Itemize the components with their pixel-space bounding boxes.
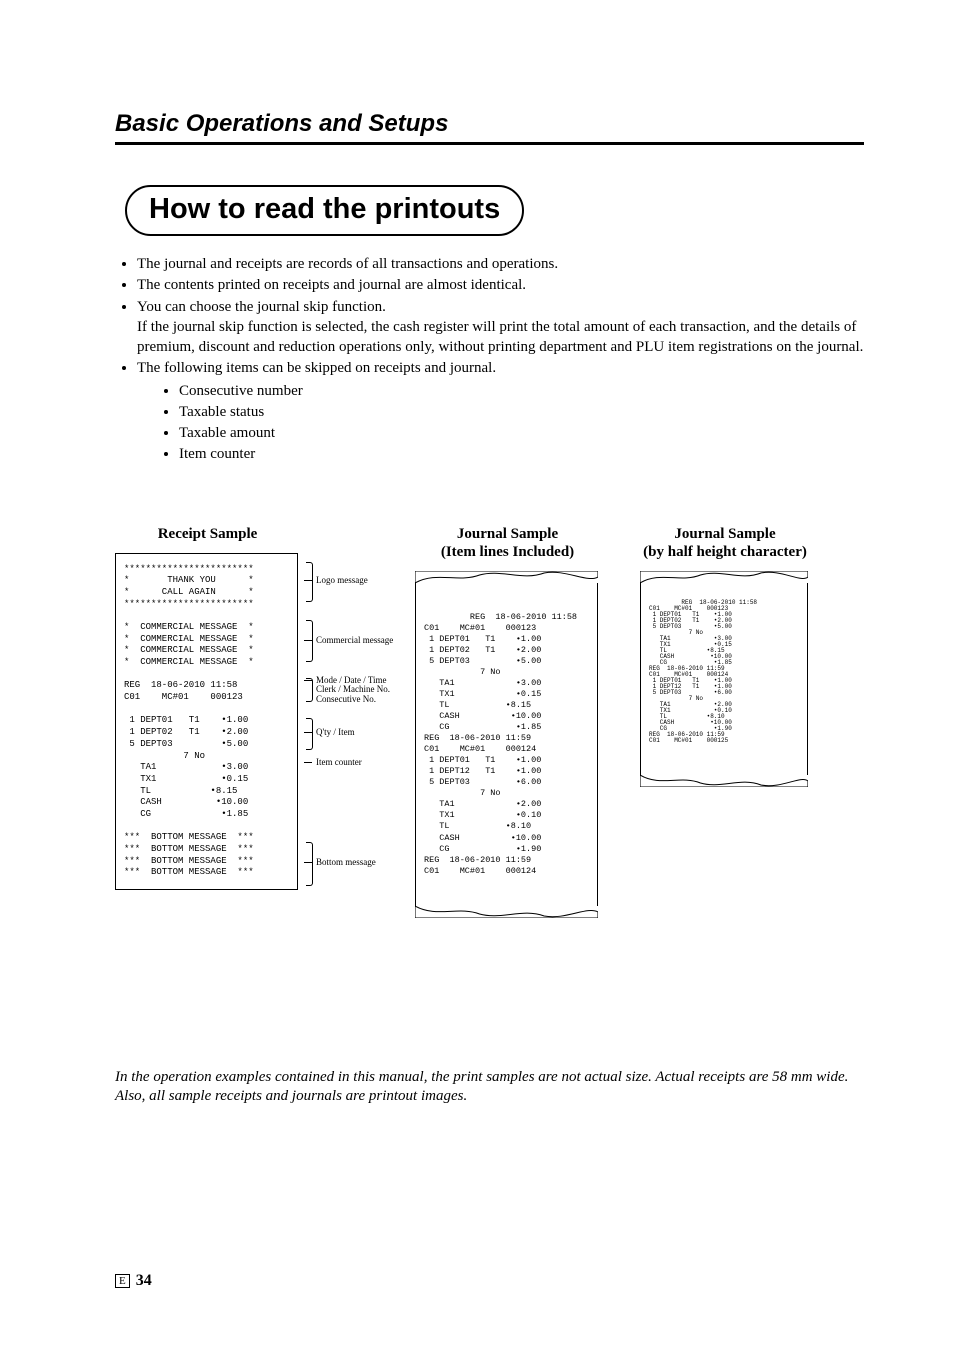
title-line: (Item lines Included) xyxy=(441,544,574,560)
samples-row: Receipt Sample ************************ … xyxy=(115,525,864,918)
receipt-column: Receipt Sample ************************ … xyxy=(115,525,300,918)
intro-line: If the journal skip function is selected… xyxy=(137,319,863,355)
footnote: In the operation examples contained in t… xyxy=(115,1068,864,1107)
journal1-printout: REG 18-06-2010 11:58 C01 MC#01 000123 1 … xyxy=(415,571,598,918)
sub-bullet: Taxable amount xyxy=(179,423,864,443)
intro-line: The following items can be skipped on re… xyxy=(137,360,496,376)
journal1-title: Journal Sample (Item lines Included) xyxy=(415,525,600,561)
annotation-commercial: Commercial message xyxy=(316,636,393,646)
intro-bullet: The contents printed on receipts and jou… xyxy=(137,275,864,295)
title-line: Journal Sample xyxy=(457,526,558,542)
title-line: (by half height character) xyxy=(643,544,807,560)
journal2-text: REG 18-06-2010 11:58 C01 MC#01 000123 1 … xyxy=(649,599,757,744)
journal2-printout: REG 18-06-2010 11:58 C01 MC#01 000123 1 … xyxy=(640,571,808,787)
page-num: 34 xyxy=(136,1272,152,1289)
receipt-title: Receipt Sample xyxy=(115,525,300,543)
section-header: Basic Operations and Setups xyxy=(115,110,864,145)
page-number: E 34 xyxy=(115,1272,152,1290)
intro-line: You can choose the journal skip function… xyxy=(137,299,386,315)
page-letter: E xyxy=(115,1274,130,1288)
intro-bullet: The following items can be skipped on re… xyxy=(137,358,864,464)
sub-bullet: Consecutive number xyxy=(179,381,864,401)
intro-bullet: You can choose the journal skip function… xyxy=(137,297,864,358)
annotation-column: Logo message Commercial message Mode / D… xyxy=(310,550,405,918)
journal1-column: Journal Sample (Item lines Included) REG… xyxy=(415,525,600,918)
page-title: How to read the printouts xyxy=(125,185,524,236)
journal2-title: Journal Sample (by half height character… xyxy=(640,525,810,561)
intro-bullet: The journal and receipts are records of … xyxy=(137,254,864,274)
annotation-logo: Logo message xyxy=(316,576,368,586)
journal2-column: Journal Sample (by half height character… xyxy=(640,525,810,918)
annotation-qty: Q'ty / Item xyxy=(316,728,355,738)
receipt-printout: ************************ * THANK YOU * *… xyxy=(115,553,298,891)
annotation-itemcounter: Item counter xyxy=(316,758,362,768)
sub-bullet: Item counter xyxy=(179,444,864,464)
intro-text: The journal and receipts are records of … xyxy=(115,254,864,465)
title-line: Journal Sample xyxy=(674,526,775,542)
annotation-mode: Mode / Date / Time Clerk / Machine No. C… xyxy=(316,676,390,706)
sub-bullet: Taxable status xyxy=(179,402,864,422)
journal1-text: REG 18-06-2010 11:58 C01 MC#01 000123 1 … xyxy=(424,612,577,876)
annotation-bottom: Bottom message xyxy=(316,858,376,868)
